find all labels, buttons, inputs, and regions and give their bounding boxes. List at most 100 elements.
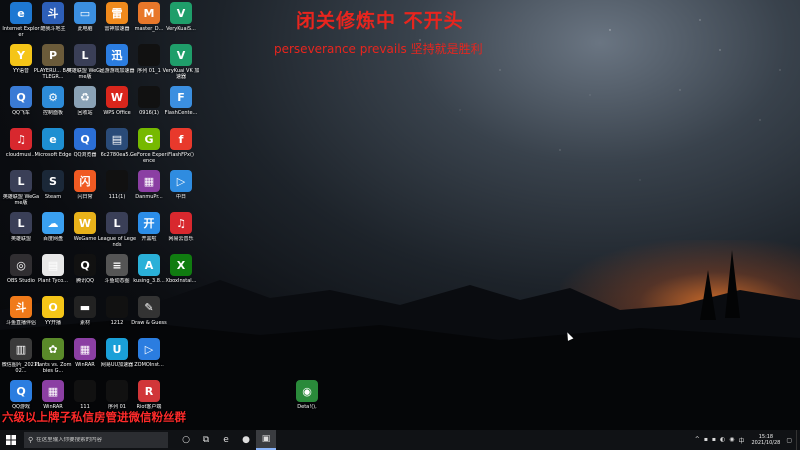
obs-icon: ◎ — [10, 254, 32, 276]
volume-icon[interactable]: ◉ — [729, 436, 734, 445]
yy-icon: Y — [10, 44, 32, 66]
desktop-shortcut[interactable]: G GeForce Experience — [130, 128, 168, 164]
qq-speed-icon: Q — [10, 86, 32, 108]
tray-icons: ^ ▪ ▪ ◐ ◉ 中 — [695, 436, 745, 445]
taskbar-apps: ○ ⧉ e ● ▣ — [176, 430, 276, 450]
master-icon: M — [138, 2, 160, 24]
tray-app-icon-2[interactable]: ▪ — [712, 436, 716, 445]
clock-date: 2021/10/28 — [751, 440, 781, 446]
netease-music-icon: ♫ — [10, 128, 32, 150]
folder-icon: ▬ — [74, 296, 96, 318]
xunyou-icon: 迅 — [106, 44, 128, 66]
desktop-shortcut-label: Draw & Guess — [131, 320, 167, 326]
desktop-shortcut[interactable]: F FlashCente... — [164, 86, 198, 116]
this-pc-icon: ▭ — [74, 2, 96, 24]
riot-client-icon: R — [138, 380, 160, 402]
douyu-icon: ≡ — [106, 254, 128, 276]
notification-icon[interactable]: ▢ — [786, 437, 792, 444]
video-file-icon — [138, 44, 160, 66]
taskbar-search[interactable]: ⚲ — [24, 432, 168, 448]
stream-title-overlay: 闭关修炼中 不开头 — [296, 10, 464, 32]
desktop-shortcut[interactable]: L 英雄联盟 WeGame版 — [67, 44, 103, 80]
qq-browser-icon: Q — [74, 128, 96, 150]
document-icon: ▤ — [42, 254, 64, 276]
shanrichang-icon: 闪 — [74, 170, 96, 192]
desktop-shortcut[interactable]: X XboxInstal... — [164, 254, 198, 284]
edge-taskbar-icon[interactable]: e — [216, 430, 236, 450]
desktop-shortcut[interactable]: ▷ 中日 — [164, 170, 198, 200]
tray-app-icon[interactable]: ▪ — [704, 436, 708, 445]
desktop-shortcut[interactable]: ◉ Deta!(), — [290, 380, 324, 410]
network-icon[interactable]: ◐ — [720, 436, 725, 445]
globe-icon: ◉ — [296, 380, 318, 402]
flash-player-icon: f — [170, 128, 192, 150]
fan-group-banner: 六级以上牌子私信房管进微信粉丝群 — [2, 410, 186, 424]
language-icon[interactable]: 中 — [738, 436, 744, 445]
winrar-icon: ▦ — [42, 380, 64, 402]
desktop-shortcut[interactable]: ✎ Draw & Guess — [131, 296, 167, 326]
baidu-netdisk-icon: ☁ — [42, 212, 64, 234]
netease-music-icon: ♫ — [170, 212, 192, 234]
yy-live-icon: O — [42, 296, 64, 318]
desktop-shortcut[interactable]: f FlashFPx() — [164, 128, 198, 158]
desktop-shortcut-label: VeryKuaiS... — [166, 26, 196, 32]
wechat-icon[interactable]: ● — [236, 430, 256, 450]
geforce-icon: G — [138, 128, 160, 150]
task-view-icon[interactable]: ○ — [176, 430, 196, 450]
verykuai-icon: V — [170, 2, 192, 24]
video-file-icon — [74, 380, 96, 402]
desktop-shortcut[interactable]: V VeryKuaiS... — [164, 2, 198, 32]
desktop-shortcut-label: Deta!(), — [297, 404, 317, 410]
taskbar-clock[interactable]: 15:18 2021/10/28 — [752, 434, 781, 446]
desktop-shortcut[interactable]: ♫ 网易云音乐 — [164, 212, 198, 242]
search-icon: ⚲ — [28, 436, 34, 444]
desktop-shortcut[interactable]: ✿ Plants vs. Zombies G... — [35, 338, 71, 374]
qq-game-icon: Q — [10, 380, 32, 402]
wps-icon: W — [106, 86, 128, 108]
taskbar: ⚲ ○⧉e●▣ ^ ▪ ▪ ◐ ◉ 中 15:18 2021/10/28 ▢ — [0, 430, 800, 450]
pvz-icon: ✿ — [42, 338, 64, 360]
lol-icon: L — [106, 212, 128, 234]
active-app-icon[interactable]: ▣ — [256, 430, 276, 450]
accelerator-icon: 雷 — [106, 2, 128, 24]
lol-icon: L — [10, 170, 32, 192]
desktop-shortcut-label: VeryKuai VK 加速器 — [162, 68, 200, 80]
desktop-shortcut-label: ZOMOInst... — [134, 362, 164, 368]
zomo-icon: ▷ — [138, 338, 160, 360]
xbox-icon: X — [170, 254, 192, 276]
desktop-shortcut[interactable]: L League of Legends — [98, 212, 136, 248]
video-file-icon — [106, 296, 128, 318]
video-file-icon — [138, 86, 160, 108]
chevron-up-icon[interactable]: ^ — [695, 436, 700, 445]
game-robot-icon: 斗 — [42, 2, 64, 24]
desktop-shortcut[interactable]: L 英雄联盟 WeGame版 — [3, 170, 39, 206]
verykuai-vk-icon: V — [170, 44, 192, 66]
desktop-shortcut-label: 网易云音乐 — [168, 236, 194, 242]
wegame-icon: W — [74, 212, 96, 234]
edge-icon: e — [42, 128, 64, 150]
show-desktop-button[interactable] — [796, 430, 800, 450]
search-input[interactable] — [36, 437, 157, 443]
steam-icon: S — [42, 170, 64, 192]
kusing-icon: A — [138, 254, 160, 276]
recycle-bin-icon: ♻ — [74, 86, 96, 108]
uu-booster-icon: U — [106, 338, 128, 360]
desktop-shortcut[interactable]: R Riot客户端 — [132, 380, 166, 410]
desktop-shortcut[interactable]: V VeryKuai VK 加速器 — [162, 44, 200, 80]
draw-guess-icon: ✎ — [138, 296, 160, 318]
start-button[interactable] — [0, 430, 22, 450]
image-file-icon: ▥ — [10, 338, 32, 360]
desktop-shortcut[interactable]: ▷ ZOMOInst... — [132, 338, 166, 368]
stream-subtitle-overlay: perseverance prevails 坚持就是胜利 — [274, 42, 483, 56]
control-panel-icon: ⚙ — [42, 86, 64, 108]
zhongri-icon: ▷ — [170, 170, 192, 192]
qq-icon: Q — [74, 254, 96, 276]
multitask-icon[interactable]: ⧉ — [196, 430, 216, 450]
douyu-live-icon: 斗 — [10, 296, 32, 318]
desktop-shortcut-label: FlashCente... — [164, 110, 198, 116]
windows-logo-icon — [6, 435, 16, 445]
desktop-shortcut-label: 中日 — [175, 194, 186, 200]
desktop-shortcut-label: FlashFPx() — [168, 152, 194, 158]
lol-icon: L — [10, 212, 32, 234]
desktop-shortcut[interactable]: e Internet Explorer — [2, 2, 40, 38]
